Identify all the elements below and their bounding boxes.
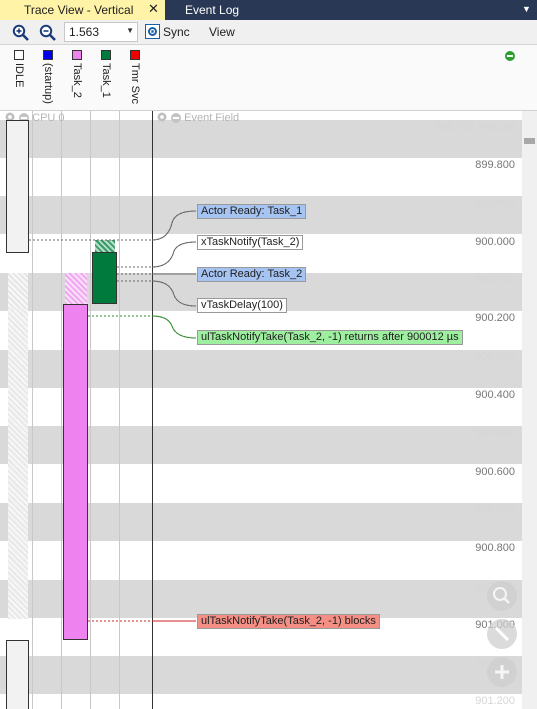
toolbar: 1.563 ▼ Sync View — [0, 20, 537, 45]
zoom-level-combo[interactable]: 1.563 ▼ — [64, 22, 138, 42]
column-task-1[interactable]: Task_1 — [91, 45, 120, 111]
zoom-out-icon[interactable] — [39, 24, 57, 42]
event-label[interactable]: ulTaskNotifyTake(Task_2, -1) blocks — [197, 614, 380, 629]
scroll-thumb[interactable] — [524, 138, 535, 144]
column-tmr-svc[interactable]: Tmr Svc — [120, 45, 149, 111]
event-label[interactable]: Actor Ready: Task_2 — [197, 267, 307, 282]
tab-label: Trace View - Vertical — [24, 3, 134, 17]
search-fab-icon[interactable] — [487, 619, 517, 649]
column-task-2[interactable]: Task_2 — [62, 45, 91, 111]
sync-icon[interactable] — [145, 24, 160, 42]
event-label[interactable]: xTaskNotify(Task_2) — [197, 235, 304, 250]
column-startup[interactable]: (startup) — [33, 45, 62, 111]
vertical-scrollbar[interactable] — [522, 111, 537, 709]
column-label: Tmr Svc — [129, 63, 141, 104]
collapse-icon[interactable] — [505, 50, 515, 64]
column-idle[interactable]: IDLE — [4, 45, 33, 111]
zoom-fab-icon[interactable] — [487, 581, 517, 611]
event-label[interactable]: ulTaskNotifyTake(Task_2, -1) returns aft… — [197, 330, 463, 345]
plus-fab-icon[interactable] — [487, 657, 517, 687]
color-swatch — [43, 50, 53, 60]
view-menu[interactable]: View — [209, 25, 235, 39]
color-swatch — [72, 50, 82, 60]
color-swatch — [14, 50, 24, 60]
color-swatch — [130, 50, 140, 60]
column-label: Task_2 — [71, 63, 83, 98]
event-label[interactable]: vTaskDelay(100) — [197, 298, 287, 313]
column-label: (startup) — [42, 63, 54, 104]
zoom-in-icon[interactable] — [12, 24, 30, 42]
column-label: Task_1 — [100, 63, 112, 98]
tab-bar: Trace View - Vertical ✕ Event Log ▼ — [0, 0, 537, 20]
column-label: IDLE — [13, 63, 25, 88]
event-label[interactable]: Actor Ready: Task_1 — [197, 204, 307, 219]
tab-event-log[interactable]: Event Log — [185, 3, 239, 17]
color-swatch — [101, 50, 111, 60]
tab-menu-dropdown-icon[interactable]: ▼ — [522, 4, 531, 14]
chevron-down-icon[interactable]: ▼ — [126, 26, 134, 35]
sync-button[interactable]: Sync — [163, 25, 190, 39]
zoom-level-value: 1.563 — [69, 25, 100, 39]
column-headers: IDLE (startup) Task_2 Task_1 Tmr Svc — [0, 45, 537, 111]
trace-lanes[interactable]: CPU 0 Event Field 899.700 (ms.µs) 899.80… — [0, 111, 537, 709]
tab-trace-view-vertical[interactable]: Trace View - Vertical ✕ — [0, 0, 165, 20]
close-icon[interactable]: ✕ — [148, 1, 159, 17]
